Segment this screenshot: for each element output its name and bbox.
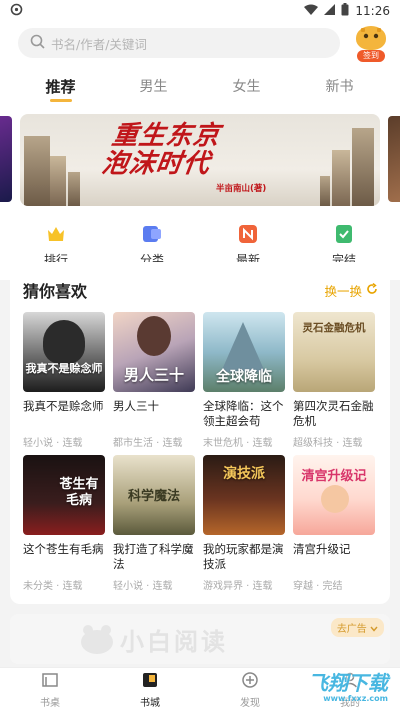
book-card[interactable]: 男人三十 男人三十 都市生活 · 连载 (113, 312, 195, 455)
cover-title: 灵石金融危机 (302, 322, 366, 334)
book-tags: 轻小说 · 连载 (113, 581, 173, 592)
status-bar: 11:26 (0, 0, 400, 22)
tab-new[interactable]: 新书 (293, 64, 386, 110)
banner-carousel: 重生东京 泡沫时代 半亩南山(著) (0, 110, 400, 210)
ad-mascot-icon (80, 624, 114, 658)
nav-bookstore-label: 书城 (140, 697, 160, 709)
desk-icon (41, 671, 59, 692)
cover-title: 我真不是赊念师 (25, 362, 103, 375)
top-header: 书名/作者/关键词 签到 (0, 22, 400, 64)
remove-ad-button[interactable]: 去广告 (330, 618, 384, 637)
category-icon (141, 223, 163, 245)
ad-banner[interactable]: 小白阅读 去广告 (10, 614, 390, 664)
banner-prev-peek[interactable] (0, 116, 12, 202)
search-placeholder: 书名/作者/关键词 (51, 36, 147, 52)
refresh-button[interactable]: 换一换 (324, 281, 378, 300)
book-card[interactable]: 清宫升级记 清宫升级记 穿越 · 完结 (293, 455, 375, 598)
checkin-mascot-icon (356, 26, 386, 50)
remove-ad-label: 去广告 (336, 624, 367, 635)
book-tags: 超级科技 · 连载 (293, 438, 363, 449)
cover-title: 清宫升级记 (301, 469, 367, 484)
site-watermark: 飞翔下载 www.fxxz.com (308, 667, 388, 703)
book-title: 我真不是赊念师 (23, 399, 104, 413)
cover-title: 演技派 (223, 466, 265, 482)
book-card[interactable]: 我真不是赊念师 我真不是赊念师 轻小说 · 连载 (23, 312, 105, 455)
book-title: 我的玩家都是演技派 (203, 542, 284, 571)
book-cover: 灵石金融危机 (293, 312, 375, 392)
cover-title: 科学魔法 (127, 489, 180, 504)
nav-bookstore[interactable]: 书城 (100, 668, 200, 711)
banner-title-line2: 泡沫时代 (99, 149, 213, 179)
book-tags: 末世危机 · 连载 (203, 438, 273, 449)
complete-icon (333, 223, 355, 245)
signal-icon (324, 4, 336, 18)
status-time: 11:26 (355, 4, 390, 18)
guess-you-like-section: 猜你喜欢 换一换 我真不是赊念师 我真不是赊念师 轻小说 · 连载 男人三十 男… (10, 262, 390, 604)
book-title: 男人三十 (113, 399, 159, 413)
book-card[interactable]: 苍生有毛病 这个苍生有毛病 未分类 · 连载 (23, 455, 105, 598)
checkin-label: 签到 (357, 50, 385, 62)
cover-title: 全球降临 (216, 369, 272, 385)
banner-author: 半亩南山(著) (216, 184, 267, 194)
book-title: 我打造了科学魔法 (113, 542, 194, 571)
banner-next-peek[interactable] (388, 116, 400, 202)
quick-latest[interactable]: 最新 (200, 223, 296, 268)
book-cover: 苍生有毛病 (23, 455, 105, 535)
nav-desk-label: 书桌 (40, 697, 60, 709)
book-title: 第四次灵石金融危机 (293, 399, 374, 428)
discover-icon (241, 671, 259, 692)
book-tags: 都市生活 · 连载 (113, 438, 183, 449)
cover-title: 男人三十 (123, 366, 184, 384)
book-card[interactable]: 科学魔法 我打造了科学魔法 轻小说 · 连载 (113, 455, 195, 598)
ad-logo-text: 小白阅读 (120, 628, 228, 656)
book-tags: 穿越 · 完结 (293, 581, 343, 592)
book-cover: 全球降临 (203, 312, 285, 392)
tab-recommend[interactable]: 推荐 (14, 64, 107, 110)
tab-female[interactable]: 女生 (200, 64, 293, 110)
book-cover: 我真不是赊念师 (23, 312, 105, 392)
search-input[interactable]: 书名/作者/关键词 (18, 28, 340, 58)
checkin-button[interactable]: 签到 (354, 26, 388, 62)
book-tags: 轻小说 · 连载 (23, 438, 83, 449)
book-title: 这个苍生有毛病 (23, 542, 104, 556)
wifi-icon (304, 4, 319, 18)
book-tags: 游戏异界 · 连载 (203, 581, 273, 592)
watermark-text: 飞翔下载 (308, 671, 388, 695)
banner-title: 重生东京 泡沫时代 (100, 121, 223, 179)
section-title: 猜你喜欢 (23, 282, 88, 301)
book-tags: 未分类 · 连载 (23, 581, 83, 592)
new-icon (237, 223, 259, 245)
quick-complete[interactable]: 完结 (296, 223, 392, 268)
battery-icon (341, 3, 349, 19)
quick-ranking[interactable]: 排行 (8, 223, 104, 268)
refresh-label: 换一换 (324, 283, 362, 299)
book-title: 全球降临：这个领主超会苟 (203, 399, 284, 428)
tab-male[interactable]: 男生 (107, 64, 200, 110)
bookstore-icon (141, 671, 159, 692)
book-card[interactable]: 灵石金融危机 第四次灵石金融危机 超级科技 · 连载 (293, 312, 375, 455)
nav-discover[interactable]: 发现 (200, 668, 300, 711)
banner-slide[interactable]: 重生东京 泡沫时代 半亩南山(著) (20, 114, 380, 206)
book-card[interactable]: 全球降临 全球降临：这个领主超会苟 末世危机 · 连载 (203, 312, 285, 455)
book-card[interactable]: 演技派 我的玩家都是演技派 游戏异界 · 连载 (203, 455, 285, 598)
chevron-down-icon (370, 624, 378, 635)
category-tabs: 推荐 男生 女生 新书 (0, 64, 400, 110)
search-icon (30, 34, 45, 52)
book-cover: 科学魔法 (113, 455, 195, 535)
app-notification-icon (10, 3, 23, 19)
quick-category[interactable]: 分类 (104, 223, 200, 268)
cover-title: 苍生有毛病 (59, 477, 99, 508)
book-cover: 清宫升级记 (293, 455, 375, 535)
watermark-url: www.fxxz.com (323, 694, 388, 703)
book-grid: 我真不是赊念师 我真不是赊念师 轻小说 · 连载 男人三十 男人三十 都市生活 … (23, 312, 378, 598)
banner-title-line1: 重生东京 (109, 121, 223, 151)
book-cover: 男人三十 (113, 312, 195, 392)
nav-discover-label: 发现 (240, 697, 260, 709)
trophy-icon (45, 223, 67, 245)
nav-desk[interactable]: 书桌 (0, 668, 100, 711)
book-cover: 演技派 (203, 455, 285, 535)
book-title: 清宫升级记 (293, 542, 351, 556)
refresh-icon (366, 282, 378, 298)
